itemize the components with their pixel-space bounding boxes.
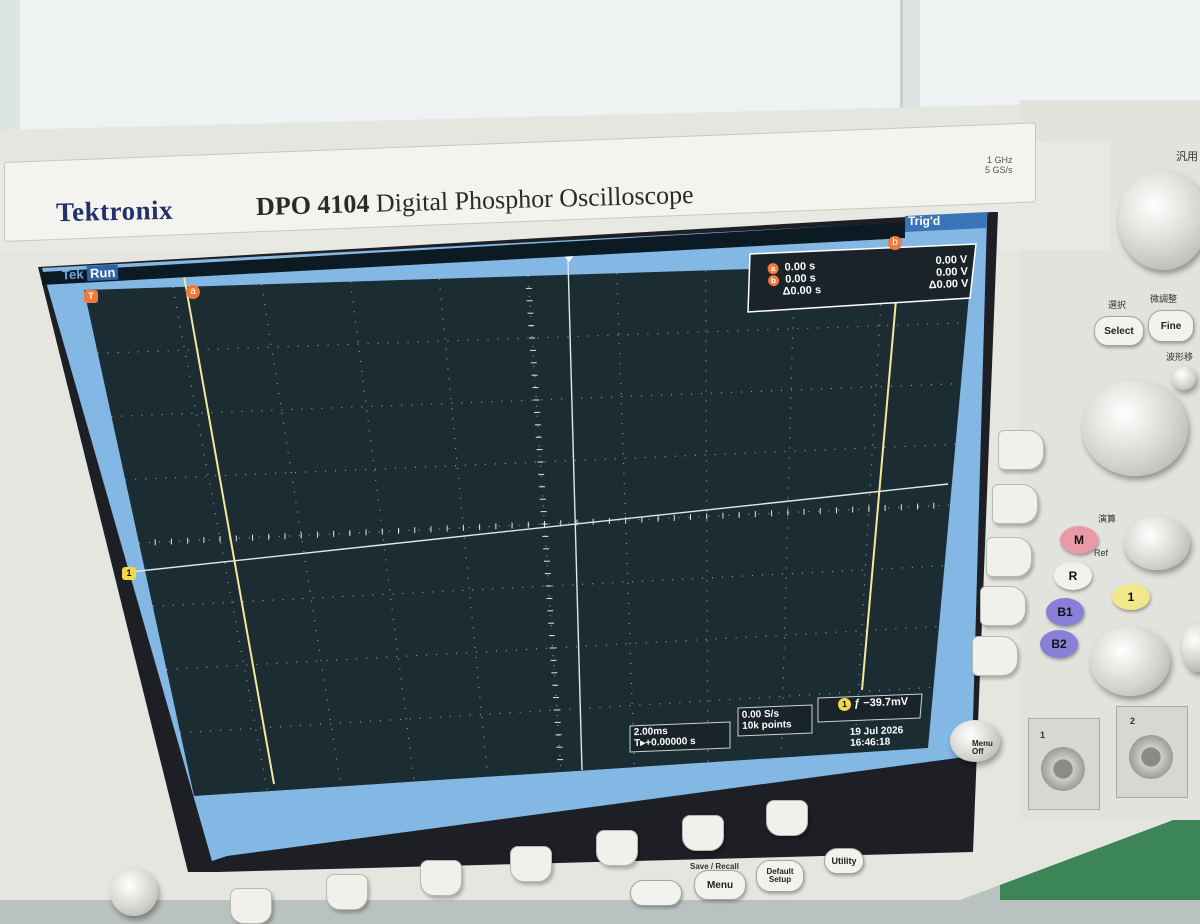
date-time: 19 Jul 2026 16:46:18 bbox=[850, 725, 904, 749]
select-button[interactable]: Select bbox=[1094, 316, 1144, 346]
ch1-ground-marker: 1 bbox=[122, 567, 136, 580]
multipurpose-knob-a[interactable] bbox=[1118, 170, 1200, 270]
cursor-a-badge: a bbox=[186, 285, 200, 299]
channel1-button[interactable]: 1 bbox=[1112, 584, 1150, 610]
cursor-delta-volt: Δ0.00 V bbox=[928, 277, 969, 292]
save-button[interactable] bbox=[630, 880, 682, 906]
bottom-menu-button-6[interactable] bbox=[682, 815, 724, 851]
ref-label: Ref bbox=[1094, 548, 1109, 558]
reference-button[interactable]: R bbox=[1054, 562, 1092, 590]
math-button[interactable]: M bbox=[1060, 526, 1098, 554]
bus1-button[interactable]: B1 bbox=[1046, 598, 1084, 626]
multipurpose-knob-b[interactable] bbox=[1082, 380, 1188, 476]
fine-button[interactable]: Fine bbox=[1148, 310, 1194, 342]
side-menu-button-4[interactable] bbox=[980, 586, 1026, 626]
vertical-scale-knob[interactable] bbox=[1090, 626, 1170, 696]
trigger-position: T▸+0.00000 s bbox=[634, 735, 696, 750]
waveform-move-label: 波形移 bbox=[1166, 352, 1194, 362]
time: 16:46:18 bbox=[850, 736, 891, 749]
general-purpose-label: 汎用 bbox=[1176, 151, 1198, 163]
bottom-menu-button-1[interactable] bbox=[230, 888, 272, 924]
side-menu-button-2[interactable] bbox=[992, 484, 1038, 524]
cursor-delta-time: Δ0.00 s bbox=[782, 284, 822, 298]
trigger-time-badge: T bbox=[84, 290, 98, 303]
trigger-channel-badge: 1 bbox=[837, 697, 852, 712]
run-label: Run bbox=[86, 264, 119, 282]
record-length: 10k points bbox=[742, 719, 792, 732]
bus2-button[interactable]: B2 bbox=[1040, 630, 1078, 658]
readout-b-badge: b bbox=[767, 274, 780, 287]
default-setup-button[interactable]: Default Setup bbox=[756, 860, 804, 892]
readout-a-badge: a bbox=[767, 262, 779, 275]
acquisition-readout: 0.00 S/s 10k points bbox=[742, 708, 792, 732]
tek-run-label: Tek Run bbox=[61, 264, 119, 283]
menu-button[interactable]: Menu bbox=[694, 870, 746, 900]
trigger-readout: 1 ƒ −39.7mV bbox=[837, 695, 909, 712]
select-jp-label: 選択 bbox=[1108, 300, 1127, 310]
math-label: 演算 bbox=[1098, 514, 1117, 524]
bottom-menu-button-4[interactable] bbox=[510, 846, 552, 882]
bottom-menu-button-3[interactable] bbox=[420, 860, 462, 896]
channel2-input-label: 2 bbox=[1130, 716, 1136, 726]
bottom-menu-button-5[interactable] bbox=[596, 830, 638, 866]
cursor-b-badge: b bbox=[888, 236, 902, 250]
menu-off-label: Menu Off bbox=[972, 739, 993, 756]
small-push-button[interactable] bbox=[1172, 366, 1196, 390]
side-menu-button-5[interactable] bbox=[972, 636, 1018, 676]
bottom-menu-button-2[interactable] bbox=[326, 874, 368, 910]
bottom-menu-button-7[interactable] bbox=[766, 800, 808, 836]
vertical-position-knob[interactable] bbox=[1124, 516, 1190, 570]
multipurpose-knob-bottom[interactable] bbox=[110, 868, 158, 916]
timebase-readout: 2.00ms T▸+0.00000 s bbox=[634, 725, 696, 749]
channel1-input-connector[interactable] bbox=[1028, 718, 1100, 810]
fine-jp-label: 微調整 bbox=[1150, 294, 1178, 304]
side-menu-button-1[interactable] bbox=[998, 430, 1044, 470]
channel1-input-label: 1 bbox=[1040, 730, 1046, 740]
tek-label: Tek bbox=[61, 266, 84, 283]
utility-button[interactable]: Utility bbox=[824, 848, 864, 874]
trigger-level: ƒ −39.7mV bbox=[853, 695, 909, 710]
trigd-label: Trig'd bbox=[908, 214, 941, 228]
side-menu-button-3[interactable] bbox=[986, 537, 1032, 577]
channel2-input-connector[interactable] bbox=[1116, 706, 1188, 798]
